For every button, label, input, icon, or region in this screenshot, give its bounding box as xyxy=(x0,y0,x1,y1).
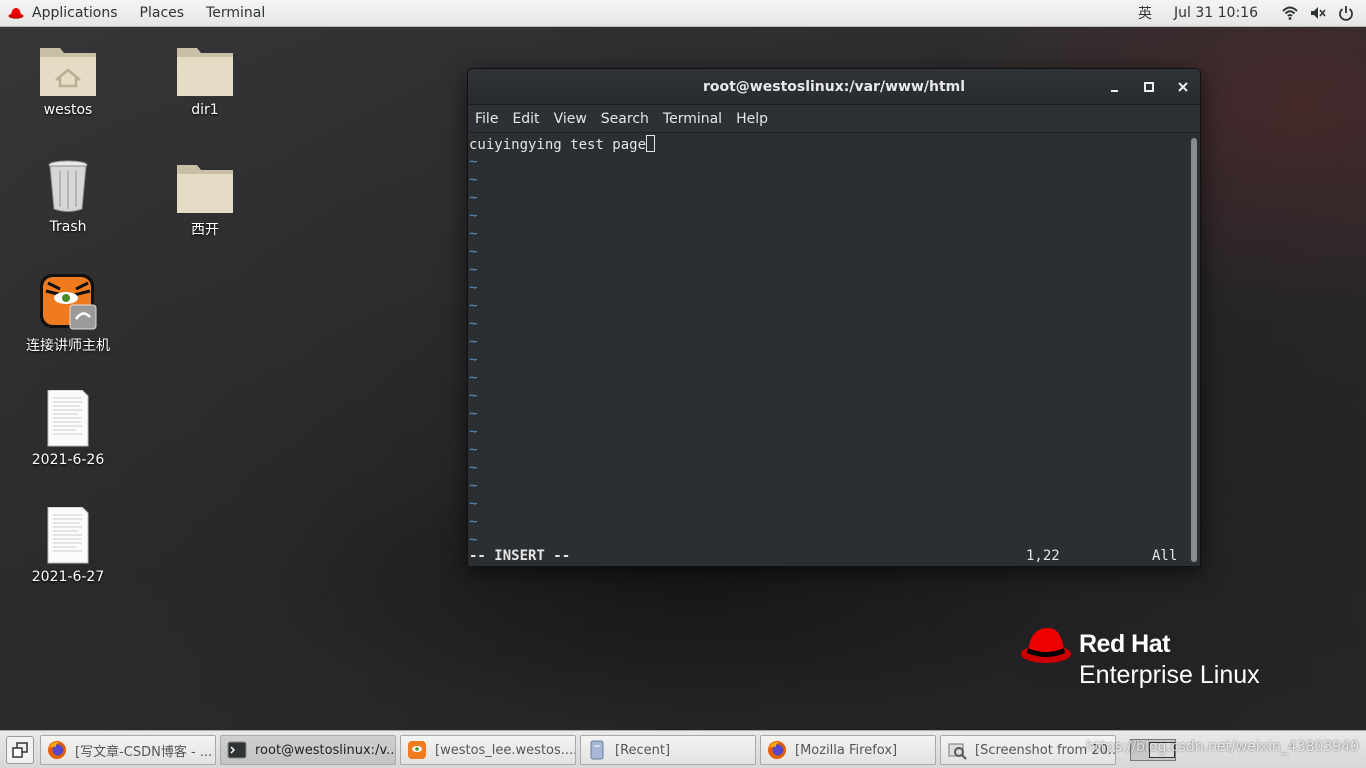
files-icon xyxy=(590,740,604,760)
empty-line-tilde: ~ xyxy=(469,442,478,458)
empty-line-tilde: ~ xyxy=(469,334,478,350)
volume-icon[interactable] xyxy=(1310,5,1326,21)
desktop-icon-trash[interactable]: Trash xyxy=(13,157,123,235)
menu-search[interactable]: Search xyxy=(594,111,656,127)
maximize-icon xyxy=(1144,82,1154,92)
desktop-icon-doc-0626[interactable]: 2021-6-26 xyxy=(13,390,123,468)
show-desktop-button[interactable] xyxy=(6,735,34,764)
places-menu[interactable]: Places xyxy=(129,0,196,27)
empty-line-tilde: ~ xyxy=(469,514,478,530)
firefox-icon xyxy=(768,741,786,759)
desktop-icon-connect-host[interactable]: 连接讲师主机 xyxy=(13,273,123,355)
desktop-icon-doc-0627[interactable]: 2021-6-27 xyxy=(13,507,123,585)
empty-line-tilde: ~ xyxy=(469,262,478,278)
folder-icon xyxy=(177,48,233,96)
branding-line1: Red Hat xyxy=(1079,630,1170,658)
folder-icon xyxy=(177,165,233,213)
empty-line-tilde: ~ xyxy=(469,424,478,440)
task-label: [Mozilla Firefox] xyxy=(795,742,898,758)
empty-line-tilde: ~ xyxy=(469,172,478,188)
desktop-icon-label: 2021-6-26 xyxy=(31,452,105,468)
desktop-icon-label: Trash xyxy=(49,219,87,235)
trash-icon xyxy=(48,160,88,212)
empty-line-tilde: ~ xyxy=(469,226,478,242)
empty-line-tilde: ~ xyxy=(469,496,478,512)
desktop-icon-label: 2021-6-27 xyxy=(31,569,105,585)
home-folder-icon xyxy=(40,48,96,96)
redhat-icon xyxy=(8,8,24,19)
task-label: [Recent] xyxy=(615,742,671,758)
terminal-app-menu[interactable]: Terminal xyxy=(195,0,276,27)
document-icon xyxy=(47,390,89,447)
wifi-icon[interactable] xyxy=(1282,5,1298,21)
menu-file[interactable]: File xyxy=(468,111,505,127)
menu-edit[interactable]: Edit xyxy=(505,111,546,127)
desktop-icon-label: westos xyxy=(43,102,93,118)
task-label: [写文章-CSDN博客 - ... xyxy=(75,744,213,760)
empty-line-tilde: ~ xyxy=(469,298,478,314)
task-label: root@westoslinux:/v... xyxy=(255,742,396,758)
cursor-position: 1,22 xyxy=(1026,548,1060,564)
show-desktop-icon xyxy=(12,741,28,758)
empty-line-tilde: ~ xyxy=(469,154,478,170)
minimize-icon xyxy=(1111,90,1118,92)
empty-line-tilde: ~ xyxy=(469,244,478,260)
input-method-indicator[interactable]: 英 xyxy=(1127,0,1163,27)
terminal-menubar: File Edit View Search Terminal Help xyxy=(468,105,1200,133)
empty-line-tilde: ~ xyxy=(469,406,478,422)
task-mozilla-firefox[interactable]: [Mozilla Firefox] xyxy=(760,735,936,765)
empty-line-tilde: ~ xyxy=(469,208,478,224)
scrollbar[interactable] xyxy=(1191,138,1197,562)
terminal-icon xyxy=(227,741,247,759)
empty-line-tilde: ~ xyxy=(469,280,478,296)
close-icon xyxy=(1178,82,1188,92)
task-label: [westos_lee.westos.... xyxy=(435,742,576,758)
branding-line2: Enterprise Linux xyxy=(1079,661,1260,689)
task-westos-lee[interactable]: [westos_lee.westos.... xyxy=(400,735,576,765)
menu-help[interactable]: Help xyxy=(729,111,775,127)
document-icon xyxy=(47,507,89,564)
empty-line-tilde: ~ xyxy=(469,460,478,476)
empty-line-tilde: ~ xyxy=(469,388,478,404)
tiger-icon xyxy=(408,741,426,759)
empty-line-tilde: ~ xyxy=(469,370,478,386)
clock[interactable]: Jul 31 10:16 xyxy=(1163,0,1276,27)
text-cursor xyxy=(646,135,656,152)
maximize-button[interactable] xyxy=(1140,78,1158,96)
empty-line-tilde: ~ xyxy=(469,478,478,494)
desktop-icon-westos[interactable]: westos xyxy=(13,40,123,118)
terminal-content[interactable]: cuiyingying test page ~ ~ ~ ~ ~ ~ ~ ~ ~ ~ ~ ~ ~ ~ ~ ~ ~ ~… xyxy=(468,134,1200,566)
terminal-titlebar[interactable]: root@westoslinux:/var/www/html xyxy=(468,69,1200,105)
editor-text: cuiyingying test page xyxy=(469,137,647,153)
tiger-icon xyxy=(40,274,97,330)
screenshot-icon xyxy=(948,743,967,760)
desktop-icon-label: 连接讲师主机 xyxy=(26,338,110,354)
vim-status-line: -- INSERT -- 1,22 All xyxy=(468,546,1186,566)
power-icon[interactable] xyxy=(1338,5,1354,21)
desktop-icon-label: dir1 xyxy=(191,102,219,118)
vim-mode: -- INSERT -- xyxy=(469,548,571,564)
empty-line-tilde: ~ xyxy=(469,316,478,332)
empty-line-tilde: ~ xyxy=(469,190,478,206)
empty-line-tilde: ~ xyxy=(469,352,478,368)
minimize-button[interactable] xyxy=(1106,78,1124,96)
menu-terminal[interactable]: Terminal xyxy=(656,111,729,127)
applications-menu[interactable]: Applications xyxy=(26,0,129,27)
desktop-icon-label: 西开 xyxy=(191,222,219,238)
task-csdn-firefox[interactable]: [写文章-CSDN博客 - ... xyxy=(40,735,216,765)
scroll-indicator: All xyxy=(1152,548,1178,564)
empty-lines: ~ ~ ~ ~ ~ ~ ~ ~ ~ ~ ~ ~ ~ ~ ~ ~ ~ ~ ~ ~ ~ ~ xyxy=(468,153,1200,549)
terminal-window[interactable]: root@westoslinux:/var/www/html File Edit… xyxy=(467,68,1201,567)
firefox-icon xyxy=(48,741,66,759)
task-terminal[interactable]: root@westoslinux:/v... xyxy=(220,735,396,765)
top-panel: Applications Places Terminal 英 Jul 31 10… xyxy=(0,0,1366,27)
desktop-icon-xikai[interactable]: 西开 xyxy=(150,157,260,239)
close-button[interactable] xyxy=(1174,78,1192,96)
window-title: root@westoslinux:/var/www/html xyxy=(702,78,966,95)
task-recent-files[interactable]: [Recent] xyxy=(580,735,756,765)
watermark-text: https://blog.csdn.net/weixin_43803940 xyxy=(1086,739,1360,755)
desktop-icon-dir1[interactable]: dir1 xyxy=(150,40,260,118)
editor-line: cuiyingying test page xyxy=(468,135,1200,153)
menu-view[interactable]: View xyxy=(547,111,594,127)
